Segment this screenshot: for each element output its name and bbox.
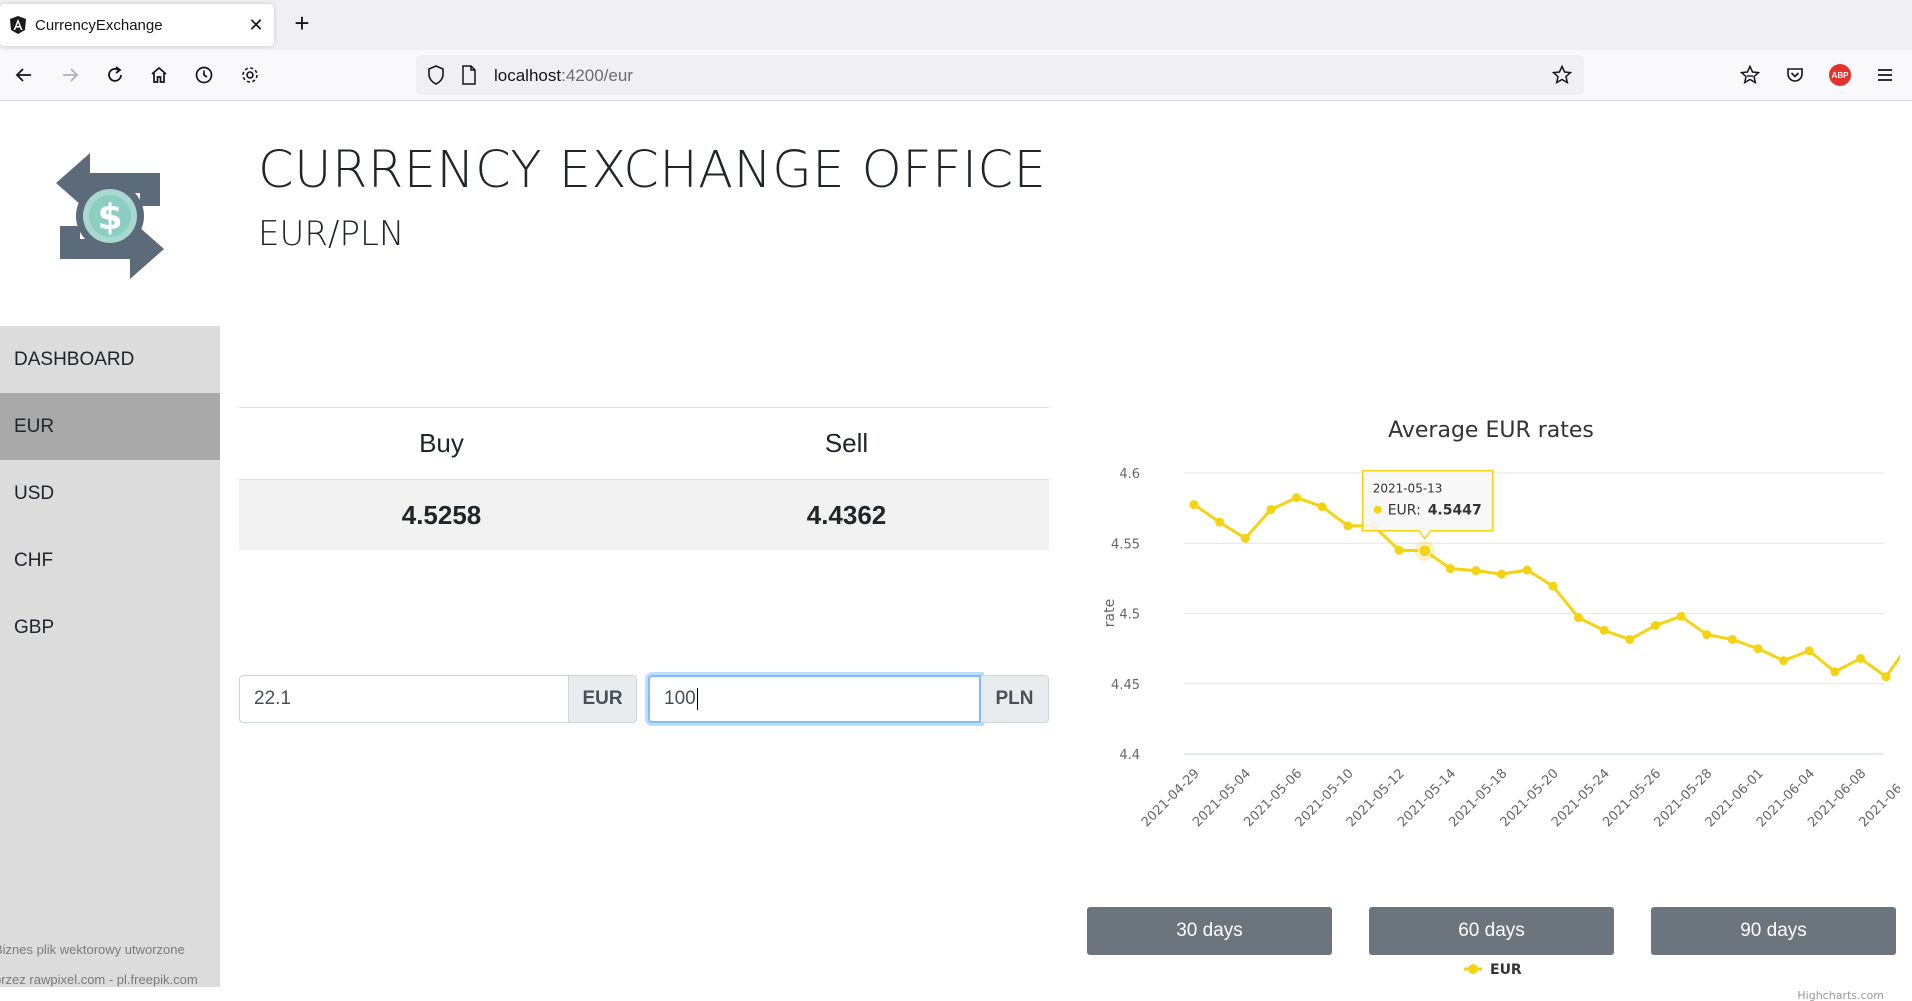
range-60-days-button[interactable]: 60 days (1369, 907, 1614, 955)
history-icon[interactable] (191, 62, 217, 88)
page: $ CURRENCY EXCHANGE OFFICE EUR/PLN DASHB… (0, 101, 1912, 1001)
eur-amount-group: 22.1 EUR (239, 675, 637, 723)
url-path: :4200/eur (561, 66, 633, 85)
text-caret (696, 688, 698, 710)
pln-amount-group: 100 PLN (648, 675, 1049, 723)
svg-text:$: $ (97, 197, 122, 238)
buy-rate-value: 4.5258 (401, 499, 482, 530)
data-point (1189, 500, 1199, 510)
tooltip-series-dot (1373, 505, 1382, 514)
back-icon[interactable] (11, 62, 37, 88)
sidebar-item-chf[interactable]: CHF (0, 527, 220, 594)
address-bar[interactable]: localhost:4200/eur (416, 55, 1584, 95)
reload-icon[interactable] (102, 62, 128, 88)
chart-title: Average EUR rates (1388, 418, 1594, 443)
hover-point (1418, 544, 1432, 558)
home-icon[interactable] (146, 62, 172, 88)
data-point (1625, 634, 1635, 644)
url-text[interactable]: localhost:4200/eur (494, 66, 633, 86)
data-point (1497, 569, 1507, 579)
data-point (1727, 634, 1737, 644)
data-point (1702, 630, 1712, 640)
data-point (1779, 656, 1789, 666)
sell-header: Sell (824, 428, 869, 458)
range-90-days-button[interactable]: 90 days (1651, 907, 1896, 955)
data-point (1292, 493, 1302, 503)
legend-label: EUR (1490, 962, 1522, 978)
data-point (1445, 564, 1455, 574)
page-icon[interactable] (459, 65, 479, 85)
pln-amount-value: 100 (664, 688, 696, 709)
data-point (1471, 566, 1481, 576)
pocket-icon[interactable] (1782, 62, 1808, 88)
bookmark-star-icon[interactable] (1552, 65, 1572, 85)
data-point (1240, 533, 1250, 543)
tooltip-value: 4.5447 (1428, 503, 1482, 519)
eur-currency-addon: EUR (569, 675, 637, 723)
data-point (1599, 625, 1609, 635)
image-credit-line-2: przez rawpixel.com - pl.freepik.com (0, 972, 198, 987)
data-point (1650, 620, 1660, 630)
data-point (1830, 667, 1840, 677)
range-30-days-button[interactable]: 30 days (1087, 907, 1332, 955)
data-point (1676, 611, 1686, 621)
new-tab-icon[interactable]: + (290, 10, 314, 36)
tab-title: CurrencyExchange (35, 16, 163, 34)
image-credit-line-1: Biznes plik wektorowy utworzone (0, 942, 185, 957)
sidebar-item-usd[interactable]: USD (0, 460, 220, 527)
currency-exchange-logo-icon: $ (56, 153, 164, 279)
page-subtitle: EUR/PLN (258, 214, 405, 254)
reading-list-icon[interactable] (1737, 62, 1763, 88)
chart-credits: Highcharts.com (1797, 989, 1884, 1001)
data-point (1855, 653, 1865, 663)
y-tick-label: 4.55 (1111, 537, 1140, 552)
url-host: localhost (494, 66, 562, 85)
data-point (1343, 521, 1353, 531)
angular-icon (10, 16, 26, 34)
buy-header: Buy (419, 428, 464, 458)
pln-amount-input[interactable]: 100 (648, 675, 981, 723)
legend-marker (1468, 964, 1478, 974)
close-tab-icon[interactable]: ✕ (246, 15, 266, 35)
data-point (1266, 505, 1276, 515)
data-point (1881, 672, 1891, 682)
data-point (1215, 517, 1225, 527)
browser-tab[interactable]: CurrencyExchange ✕ (0, 4, 274, 46)
tooltip-date: 2021-05-13 (1373, 482, 1443, 496)
eur-series-line (1193, 496, 1900, 679)
page-title: CURRENCY EXCHANGE OFFICE (258, 141, 1047, 200)
data-point (1394, 545, 1404, 555)
pln-currency-addon: PLN (981, 675, 1049, 723)
data-point (1317, 502, 1327, 512)
sidebar: DASHBOARD EUR USD CHF GBP Biznes plik we… (0, 326, 220, 987)
browser-tab-bar: CurrencyExchange ✕ + (0, 0, 1912, 50)
y-tick-label: 4.5 (1119, 608, 1140, 623)
sidebar-item-eur[interactable]: EUR (0, 393, 220, 460)
rates-table-header: Buy Sell (239, 408, 1049, 480)
data-point (1753, 644, 1763, 654)
rates-table: Buy Sell 4.5258 4.4362 (239, 407, 1049, 550)
data-point (1522, 565, 1532, 575)
y-tick-label: 4.4 (1119, 748, 1140, 763)
eur-amount-input[interactable]: 22.1 (239, 675, 569, 723)
browser-nav-bar: localhost:4200/eur ABP (0, 50, 1912, 101)
sell-rate-value: 4.4362 (806, 499, 887, 530)
sidebar-item-dashboard[interactable]: DASHBOARD (0, 326, 220, 393)
shield-icon[interactable] (426, 65, 446, 85)
y-axis-label: rate (1102, 599, 1118, 627)
rates-table-row: 4.5258 4.4362 (239, 480, 1049, 550)
tooltip-series-name: EUR: (1388, 503, 1421, 519)
hamburger-menu-icon[interactable] (1872, 62, 1898, 88)
y-tick-label: 4.45 (1111, 678, 1140, 693)
data-point (1804, 646, 1814, 656)
data-point (1548, 581, 1558, 591)
forward-icon[interactable] (57, 62, 83, 88)
sidebar-item-gbp[interactable]: GBP (0, 594, 220, 661)
adblock-plus-icon[interactable]: ABP (1827, 62, 1853, 88)
settings-gear-icon[interactable] (237, 62, 263, 88)
y-tick-label: 4.6 (1119, 467, 1140, 482)
data-point (1574, 613, 1583, 623)
